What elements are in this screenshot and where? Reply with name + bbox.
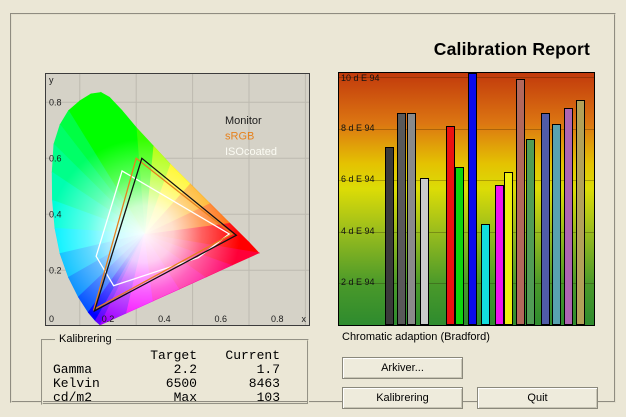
legend-monitor: Monitor	[225, 115, 262, 127]
tick-label: 0.2	[102, 314, 115, 324]
table-cell: Gamma	[53, 362, 93, 377]
tick-label: 0.6	[49, 153, 62, 163]
table-row: Gamma 2.2 1.7	[53, 363, 280, 377]
bar	[385, 146, 394, 325]
bar	[468, 73, 477, 325]
y-tick-label: 2 d E 94	[341, 276, 375, 287]
window-titlebar-fragment[interactable]	[0, 0, 626, 7]
page-title: Calibration Report	[433, 39, 590, 59]
y-tick-label: 10 d E 94	[341, 73, 380, 83]
cie-svg: y 0.2 0.4 0.6 0.8 0 0.2 0.4 0.6 0.8 x Monitor sRGB IS…	[46, 74, 309, 325]
table-row: Kelvin 6500 8463	[53, 377, 280, 391]
tick-label: 0.4	[158, 314, 171, 324]
bar	[576, 100, 585, 325]
table-cell	[53, 349, 113, 363]
table-cell: 103	[256, 390, 280, 405]
table-header-row: Target Current	[53, 349, 280, 363]
table-cell: 8463	[248, 376, 280, 391]
bar	[455, 167, 464, 325]
table-cell: 2.2	[173, 362, 197, 377]
legend-srgb: sRGB	[225, 131, 254, 143]
table-cell: Kelvin	[53, 376, 100, 391]
bar	[407, 113, 416, 325]
tick-label: 0	[49, 314, 54, 324]
bar	[541, 113, 550, 325]
table-cell: 1.7	[256, 362, 280, 377]
bar	[481, 223, 490, 325]
bar	[446, 126, 455, 325]
quit-button[interactable]: Quit	[477, 387, 598, 409]
tick-label: 0.8	[49, 97, 62, 107]
delta-e-bar-chart: 2 d E 94 4 d E 94 6 d E 94 8 d E 94 10 d E 9…	[338, 72, 595, 326]
tick-label: 0.2	[49, 265, 62, 275]
tick-label: y	[49, 75, 54, 85]
bar	[516, 78, 525, 325]
table-cell: 6500	[165, 376, 197, 391]
y-tick-label: 6 d E 94	[341, 174, 375, 185]
report-frame: Calibration Report y 0.2 0.4 0.6 0.8 0 0.2 0.4 0…	[10, 13, 616, 409]
calibration-groupbox: Kalibrering Target Current Gamma 2.2 1.7 Kelv…	[41, 333, 309, 405]
bar	[552, 123, 561, 325]
tick-label: 0.8	[271, 314, 284, 324]
tick-label: x	[302, 314, 307, 324]
bar	[526, 138, 535, 325]
y-tick-label: 8 d E 94	[341, 122, 375, 133]
groupbox-title: Kalibrering	[55, 333, 116, 345]
calibration-report-window: Calibration Report y 0.2 0.4 0.6 0.8 0 0.2 0.4 0…	[0, 0, 626, 417]
bar	[397, 113, 406, 325]
cie-chromaticity-diagram: y 0.2 0.4 0.6 0.8 0 0.2 0.4 0.6 0.8 x Monitor sRGB IS…	[45, 73, 310, 326]
bar	[495, 185, 504, 325]
table-cell: Current	[225, 348, 280, 363]
table-row: cd/m2 Max 103	[53, 391, 280, 405]
bar	[504, 172, 513, 325]
chart-caption: Chromatic adaption (Bradford)	[342, 331, 490, 343]
table-cell: Target	[150, 348, 197, 363]
tick-label: 0.6	[215, 314, 228, 324]
y-tick-label: 4 d E 94	[341, 225, 375, 236]
legend-isocoated: ISOcoated	[225, 146, 277, 158]
calibration-table: Target Current Gamma 2.2 1.7 Kelvin 6500 8463 cd…	[53, 349, 280, 405]
bar	[564, 108, 573, 325]
table-cell: cd/m2	[53, 390, 93, 405]
tick-label: 0.4	[49, 209, 62, 219]
calibrate-button[interactable]: Kalibrering	[342, 387, 463, 409]
bar	[420, 177, 429, 325]
table-cell: Max	[173, 390, 197, 405]
archive-button[interactable]: Arkiver...	[342, 357, 463, 379]
